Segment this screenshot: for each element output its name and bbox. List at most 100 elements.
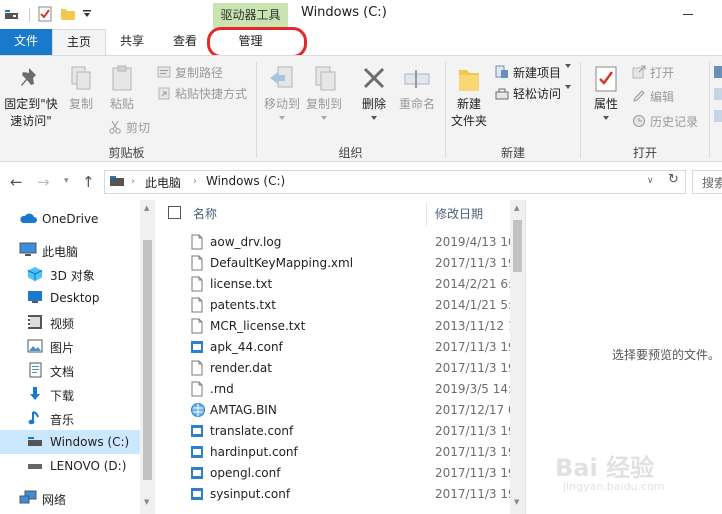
scissors-icon (109, 120, 121, 134)
file-row[interactable]: license.txt 2014/2/21 6: (155, 274, 510, 295)
file-list-scrollbar[interactable]: ▲ ▼ (510, 200, 525, 514)
up-arrow-icon[interactable]: ↑ (82, 173, 95, 191)
file-list-scroll-thumb[interactable] (513, 220, 522, 272)
column-header-date[interactable]: 修改日期 (435, 205, 483, 222)
file-name: apk_44.conf (210, 340, 283, 354)
scroll-down-icon[interactable]: ▼ (144, 498, 149, 506)
new-item-icon (495, 65, 508, 78)
breadcrumb-this-pc[interactable]: 此电脑 (145, 174, 181, 191)
nav-item-pictures[interactable]: 图片 (0, 334, 140, 358)
select-group-icons[interactable] (714, 66, 722, 146)
file-row[interactable]: sysinput.conf 2017/11/3 19 (155, 484, 510, 505)
text-file-icon (190, 381, 204, 400)
file-row[interactable]: .rnd 2019/3/5 14: (155, 379, 510, 400)
pin-to-quick-access-button[interactable]: 固定到"快速访问" (2, 64, 60, 130)
file-modified-date: 2017/11/3 19 (435, 340, 510, 354)
documents-folder-icon (29, 362, 42, 378)
paste-button[interactable]: 粘贴 (104, 64, 140, 113)
file-row[interactable]: patents.txt 2014/1/21 5: (155, 295, 510, 316)
nav-item-lenovo-d[interactable]: LENOVO (D:) (0, 454, 140, 478)
conf-file-icon (190, 465, 204, 484)
back-arrow-icon[interactable]: ← (10, 173, 23, 191)
nav-item-this-pc[interactable]: 此电脑 (0, 238, 140, 262)
select-all-checkbox[interactable] (168, 206, 181, 219)
nav-pane-scrollbar[interactable]: ▲ ▼ (140, 200, 155, 514)
scroll-up-icon[interactable]: ▲ (144, 204, 149, 212)
group-label-organize: 组织 (338, 146, 363, 160)
address-bar[interactable]: › 此电脑 › Windows (C:) ∨ ↻ (104, 170, 686, 194)
text-file-icon (190, 318, 204, 337)
nav-item-music[interactable]: 音乐 (0, 406, 140, 430)
properties-check-icon (595, 66, 617, 92)
navigation-pane: OneDrive 此电脑 3D 对象 Desktop 视频 图片 文档 下载 音… (0, 200, 155, 514)
new-folder-icon[interactable] (60, 6, 76, 22)
new-folder-button[interactable]: 新建 文件夹 (448, 64, 490, 130)
forward-arrow-icon[interactable]: → (37, 173, 50, 191)
column-divider[interactable] (426, 202, 427, 226)
copy-path-icon (157, 66, 171, 78)
search-input[interactable]: 搜索 (692, 170, 722, 194)
nav-item-windows-c[interactable]: Windows (C:) (0, 430, 140, 454)
nav-item-desktop[interactable]: Desktop (0, 286, 140, 310)
system-drive-icon (28, 437, 42, 446)
nav-item-videos[interactable]: 视频 (0, 310, 140, 334)
file-name: render.dat (210, 361, 272, 375)
copy-button[interactable]: 复制 (64, 64, 98, 113)
file-row[interactable]: MCR_license.txt 2013/11/12 1 (155, 316, 510, 337)
minimize-button[interactable] (683, 14, 693, 15)
tab-home[interactable]: 主页 (52, 29, 106, 56)
file-row[interactable]: hardinput.conf 2017/11/3 19 (155, 442, 510, 463)
move-to-button[interactable]: 移动到 (262, 64, 302, 121)
properties-button[interactable]: 属性 (588, 64, 624, 121)
group-label-clipboard: 剪贴板 (108, 146, 145, 160)
conf-file-icon (190, 339, 204, 358)
tab-manage[interactable]: 管理 (213, 29, 288, 55)
recent-locations-chevron-icon[interactable]: ▾ (64, 176, 69, 186)
tab-file[interactable]: 文件 (0, 29, 52, 55)
address-dropdown-icon[interactable]: ∨ (647, 176, 654, 186)
conf-file-icon (190, 444, 204, 463)
file-modified-date: 2017/11/3 19 (435, 445, 510, 459)
file-row[interactable]: render.dat 2017/11/3 19 (155, 358, 510, 379)
breadcrumb-chevron-icon[interactable]: › (193, 176, 197, 187)
file-row[interactable]: DefaultKeyMapping.xml 2017/11/3 19 (155, 253, 510, 274)
breadcrumb-drive[interactable]: Windows (C:) (206, 174, 285, 188)
file-modified-date: 2017/11/3 19 (435, 361, 510, 375)
file-row[interactable]: apk_44.conf 2017/11/3 19 (155, 337, 510, 358)
cloud-icon (20, 213, 37, 223)
scroll-up-icon[interactable]: ▲ (514, 204, 519, 212)
file-row[interactable]: opengl.conf 2017/11/3 19 (155, 463, 510, 484)
tab-share[interactable]: 共享 (106, 29, 158, 55)
column-header-name[interactable]: 名称 (193, 205, 217, 222)
refresh-icon[interactable]: ↻ (668, 172, 679, 187)
explorer-icon[interactable] (4, 6, 20, 22)
file-row[interactable]: translate.conf 2017/11/3 19 (155, 421, 510, 442)
nav-item-onedrive[interactable]: OneDrive (0, 207, 140, 231)
text-file-icon (190, 255, 204, 274)
nav-pane-scroll-thumb[interactable] (143, 240, 152, 480)
file-name: opengl.conf (210, 466, 281, 480)
file-name: MCR_license.txt (210, 319, 306, 333)
computer-icon (19, 242, 37, 256)
customize-dropdown-icon[interactable] (82, 9, 92, 19)
file-modified-date: 2017/11/3 19 (435, 466, 510, 480)
nav-item-network[interactable]: 网络 (0, 486, 140, 510)
breadcrumb-chevron-icon[interactable]: › (131, 176, 135, 187)
tab-view[interactable]: 查看 (158, 29, 212, 55)
copy-to-button[interactable]: 复制到 (304, 64, 344, 121)
file-row[interactable]: aow_drv.log 2019/4/13 10 (155, 232, 510, 253)
baidu-jingyan-watermark: Bai 经验 jingyan.baidu.com (555, 454, 665, 493)
file-modified-date: 2019/4/13 10 (435, 235, 510, 249)
nav-item-3d-objects[interactable]: 3D 对象 (0, 262, 140, 286)
file-row[interactable]: AMTAG.BIN 2017/12/17 0 (155, 400, 510, 421)
video-folder-icon (28, 315, 42, 329)
nav-item-documents[interactable]: 文档 (0, 358, 140, 382)
scroll-down-icon[interactable]: ▼ (514, 498, 519, 506)
file-modified-date: 2017/11/3 19 (435, 424, 510, 438)
file-name: hardinput.conf (210, 445, 298, 459)
properties-check-icon[interactable] (37, 6, 53, 22)
nav-item-downloads[interactable]: 下载 (0, 382, 140, 406)
group-label-new: 新建 (500, 146, 525, 160)
rename-button[interactable]: 重命名 (395, 64, 439, 113)
delete-button[interactable]: 删除 (358, 64, 390, 121)
